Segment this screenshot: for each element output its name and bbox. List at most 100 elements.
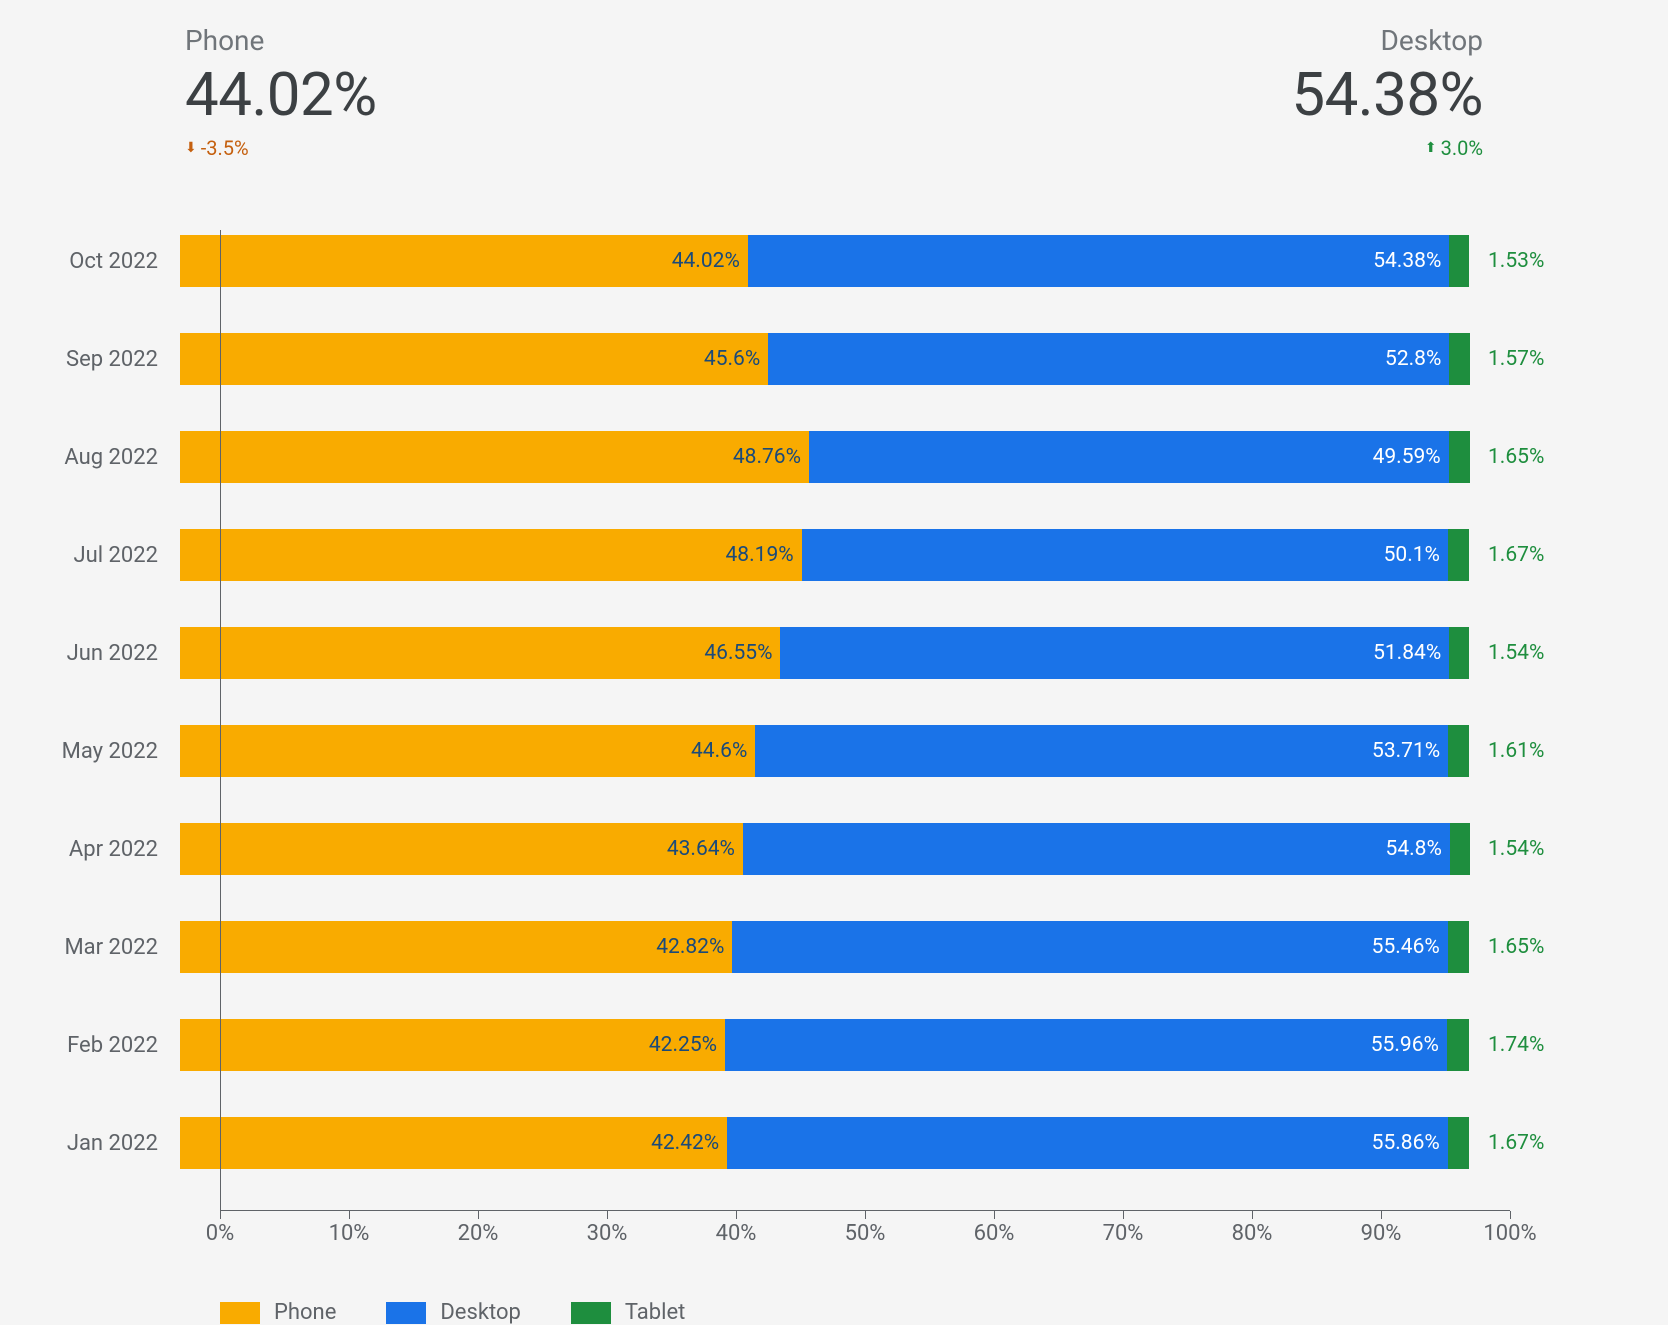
bar-segment-phone: 48.19% bbox=[180, 529, 802, 581]
bar-segment-phone: 44.02% bbox=[180, 235, 748, 287]
bar-segment-phone: 48.76% bbox=[180, 431, 809, 483]
bar-segment-desktop: 52.8% bbox=[768, 333, 1449, 385]
legend-swatch-desktop bbox=[386, 1302, 426, 1324]
stacked-bar: 43.64% 54.8% bbox=[180, 823, 1470, 875]
legend-label-phone: Phone bbox=[274, 1300, 336, 1325]
bar-row: Mar 202242.82%55.46%1.65% bbox=[40, 916, 1620, 978]
tablet-value-label: 1.54% bbox=[1470, 837, 1590, 861]
bar-segment-label: 44.6% bbox=[691, 739, 747, 763]
stacked-bar: 46.55% 51.84% bbox=[180, 627, 1470, 679]
summary-header: Phone 44.02% ⬇ -3.5% Desktop 54.38% ⬆ 3.… bbox=[0, 0, 1668, 160]
y-category-label: Apr 2022 bbox=[40, 837, 180, 862]
legend-item-desktop: Desktop bbox=[386, 1300, 521, 1325]
tablet-value-label: 1.53% bbox=[1470, 249, 1590, 273]
stacked-bar: 44.6% 53.71% bbox=[180, 725, 1470, 777]
y-category-label: Jul 2022 bbox=[40, 543, 180, 568]
bar-segment-tablet bbox=[1449, 627, 1469, 679]
stacked-bar: 42.82% 55.46% bbox=[180, 921, 1470, 973]
bar-segment-tablet bbox=[1448, 529, 1470, 581]
arrow-down-icon: ⬇ bbox=[185, 140, 197, 156]
x-tick-label: 10% bbox=[329, 1221, 370, 1246]
bar-segment-phone: 45.6% bbox=[180, 333, 768, 385]
legend-swatch-tablet bbox=[571, 1302, 611, 1324]
bar-segment-desktop: 53.71% bbox=[755, 725, 1448, 777]
tablet-value-label: 1.61% bbox=[1470, 739, 1590, 763]
y-axis-line bbox=[220, 230, 221, 1210]
y-category-label: Sep 2022 bbox=[40, 347, 180, 372]
bar-segment-label: 42.25% bbox=[649, 1033, 717, 1057]
bar-segment-label: 48.19% bbox=[726, 543, 794, 567]
x-tick-label: 70% bbox=[1103, 1221, 1144, 1246]
legend-label-desktop: Desktop bbox=[440, 1300, 521, 1325]
bar-row: Aug 202248.76%49.59%1.65% bbox=[40, 426, 1620, 488]
bar-segment-tablet bbox=[1450, 823, 1470, 875]
x-tick-label: 100% bbox=[1483, 1221, 1536, 1246]
bar-segment-label: 46.55% bbox=[704, 641, 772, 665]
bar-segment-label: 45.6% bbox=[704, 347, 760, 371]
x-tick-label: 0% bbox=[206, 1221, 234, 1246]
bar-segment-desktop: 54.38% bbox=[748, 235, 1450, 287]
stacked-bar: 42.25% 55.96% bbox=[180, 1019, 1470, 1071]
arrow-up-icon: ⬆ bbox=[1425, 140, 1437, 156]
bar-segment-label: 55.46% bbox=[1372, 935, 1440, 959]
tablet-value-label: 1.74% bbox=[1470, 1033, 1590, 1057]
y-category-label: Mar 2022 bbox=[40, 935, 180, 960]
bar-row: Jul 202248.19%50.1%1.67% bbox=[40, 524, 1620, 586]
y-category-label: Oct 2022 bbox=[40, 249, 180, 274]
y-category-label: Feb 2022 bbox=[40, 1033, 180, 1058]
x-tick-label: 30% bbox=[587, 1221, 628, 1246]
bar-row: Feb 2022 42.25% 55.96% 1.74% bbox=[40, 1014, 1620, 1076]
legend-swatch-phone bbox=[220, 1302, 260, 1324]
bar-segment-label: 49.59% bbox=[1373, 445, 1441, 469]
stat-phone-value: 44.02% bbox=[185, 59, 377, 130]
bar-segment-label: 42.42% bbox=[651, 1131, 719, 1155]
stacked-bar: 44.02%54.38% bbox=[180, 235, 1470, 287]
x-tick-label: 60% bbox=[974, 1221, 1015, 1246]
legend-label-tablet: Tablet bbox=[625, 1300, 685, 1325]
stat-desktop-delta-value: 3.0% bbox=[1441, 136, 1483, 160]
bar-segment-label: 55.86% bbox=[1372, 1131, 1440, 1155]
bar-segment-label: 52.8% bbox=[1385, 347, 1441, 371]
bar-segment-desktop: 51.84% bbox=[780, 627, 1449, 679]
x-tick-label: 40% bbox=[716, 1221, 757, 1246]
bar-segment-desktop: 49.59% bbox=[809, 431, 1449, 483]
bar-segment-phone: 44.6% bbox=[180, 725, 755, 777]
bar-segment-desktop: 55.46% bbox=[732, 921, 1447, 973]
bar-segment-label: 43.64% bbox=[667, 837, 735, 861]
x-tick-label: 50% bbox=[845, 1221, 886, 1246]
bar-row: Jan 202242.42%55.86%1.67% bbox=[40, 1112, 1620, 1174]
stat-phone-delta: ⬇ -3.5% bbox=[185, 136, 377, 160]
bar-segment-desktop: 54.8% bbox=[743, 823, 1450, 875]
tablet-value-label: 1.54% bbox=[1470, 641, 1590, 665]
bar-segment-tablet bbox=[1449, 431, 1470, 483]
stacked-bar-chart: Oct 202244.02%54.38%1.53%Sep 202245.6%52… bbox=[40, 230, 1620, 1210]
x-axis: 0%10%20%30%40%50%60%70%80%90%100% bbox=[220, 1210, 1510, 1211]
stacked-bar: 48.76% 49.59% bbox=[180, 431, 1470, 483]
bar-row: Oct 202244.02%54.38%1.53% bbox=[40, 230, 1620, 292]
bar-row: Jun 2022 46.55% 51.84% 1.54% bbox=[40, 622, 1620, 684]
x-tick-label: 80% bbox=[1232, 1221, 1273, 1246]
bar-segment-tablet bbox=[1447, 1019, 1469, 1071]
stacked-bar: 48.19%50.1% bbox=[180, 529, 1470, 581]
bar-segment-desktop: 55.96% bbox=[725, 1019, 1447, 1071]
legend-item-phone: Phone bbox=[220, 1300, 336, 1325]
stat-phone-label: Phone bbox=[185, 24, 377, 57]
stacked-bar: 42.42% 55.86% bbox=[180, 1117, 1470, 1169]
bar-segment-phone: 43.64% bbox=[180, 823, 743, 875]
bar-segment-label: 53.71% bbox=[1372, 739, 1440, 763]
bar-segment-label: 48.76% bbox=[733, 445, 801, 469]
y-category-label: Jun 2022 bbox=[40, 641, 180, 666]
bar-segment-tablet bbox=[1448, 921, 1469, 973]
bar-segment-label: 54.8% bbox=[1386, 837, 1442, 861]
stat-phone-delta-value: -3.5% bbox=[201, 136, 249, 160]
bar-segment-phone: 42.82% bbox=[180, 921, 732, 973]
stat-desktop-value: 54.38% bbox=[1291, 59, 1483, 130]
bar-segment-label: 51.84% bbox=[1373, 641, 1441, 665]
x-tick-label: 20% bbox=[458, 1221, 499, 1246]
bar-row: Sep 202245.6%52.8%1.57% bbox=[40, 328, 1620, 390]
bar-segment-phone: 46.55% bbox=[180, 627, 780, 679]
bar-row: Apr 2022 43.64% 54.8% 1.54% bbox=[40, 818, 1620, 880]
x-tick-label: 90% bbox=[1361, 1221, 1402, 1246]
bar-segment-label: 55.96% bbox=[1371, 1033, 1439, 1057]
bar-segment-label: 42.82% bbox=[656, 935, 724, 959]
